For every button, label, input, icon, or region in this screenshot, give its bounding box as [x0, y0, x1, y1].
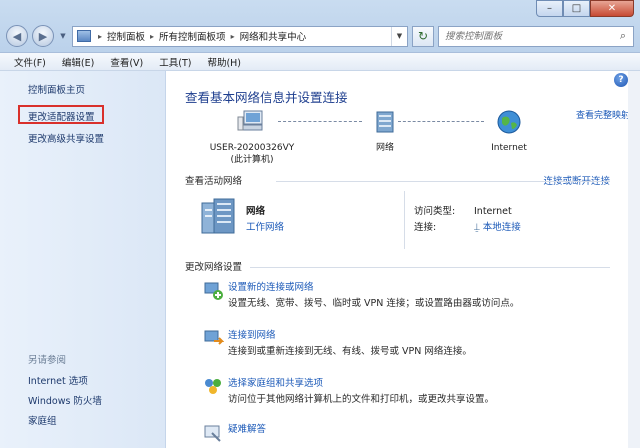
sidebar-item-homegroup[interactable]: 家庭组 [28, 413, 57, 427]
network-icon [376, 111, 394, 133]
recent-pages-button[interactable]: ▼ [58, 32, 68, 40]
navigation-bar: ◀ ▶ ▼ ▸ 控制面板 ▸ 所有控制面板项 ▸ 网络和共享中心 ▼ ↻ ⌕ [6, 24, 634, 48]
active-networks-heading: 查看活动网络 [185, 176, 243, 187]
computer-name-label: USER-20200326VY [209, 143, 295, 153]
homegroup-icon [205, 379, 221, 394]
computer-icon [237, 110, 263, 131]
caption-buttons: – □ ✕ [536, 0, 634, 17]
network-type-link[interactable]: 工作网络 [246, 219, 284, 233]
chevron-right-icon: ▸ [98, 31, 103, 41]
ethernet-icon: ⍊ [474, 222, 480, 233]
minimize-button[interactable]: – [536, 0, 563, 17]
globe-icon [497, 110, 521, 134]
map-connector [398, 121, 484, 122]
breadcrumb-all-items[interactable]: 所有控制面板项 [157, 29, 228, 43]
address-dropdown-icon[interactable]: ▼ [391, 26, 407, 46]
sidebar-item-change-adapter-settings[interactable]: 更改适配器设置 [28, 109, 95, 123]
forward-arrow-icon: ▶ [38, 29, 48, 43]
network-label: 网络 [375, 143, 394, 153]
page-title: 查看基本网络信息并设置连接 [185, 90, 348, 105]
maximize-button[interactable]: □ [563, 0, 590, 17]
setup-connection-link[interactable]: 设置新的连接或网络 [228, 279, 314, 293]
menu-file[interactable]: 文件(F) [6, 55, 54, 69]
homegroup-sharing-desc: 访问位于其他网络计算机上的文件和打印机，或更改共享设置。 [228, 394, 495, 405]
new-connection-icon [204, 282, 223, 300]
chevron-right-icon[interactable]: ▸ [147, 32, 157, 41]
search-input[interactable] [445, 30, 613, 42]
menu-help[interactable]: 帮助(H) [199, 55, 249, 69]
map-node-internet: Internet [474, 109, 544, 154]
connect-network-desc: 连接到或重新连接到无线、有线、拨号或 VPN 网络连接。 [228, 346, 472, 357]
forward-button[interactable]: ▶ [32, 25, 54, 47]
setup-connection-desc: 设置无线、宽带、拨号、临时或 VPN 连接；或设置路由器或访问点。 [228, 298, 520, 309]
menu-tools[interactable]: 工具(T) [151, 55, 199, 69]
computer-sub-label: (此计算机) [230, 155, 274, 165]
divider [250, 267, 610, 268]
sidebar-item-advanced-sharing[interactable]: 更改高级共享设置 [28, 131, 104, 145]
active-network: 网络 工作网络 [198, 197, 398, 237]
menu-view[interactable]: 查看(V) [102, 55, 151, 69]
change-settings-heading: 更改网络设置 [185, 262, 243, 273]
breadcrumb-control-panel[interactable]: 控制面板 [105, 29, 147, 43]
map-connector [278, 121, 362, 122]
network-sharing-center-window: – □ ✕ ◀ ▶ ▼ ▸ 控制面板 ▸ 所有控制面板项 ▸ 网络和共享中心 ▼… [0, 0, 640, 448]
connect-network-icon [204, 330, 224, 345]
internet-label: Internet [491, 143, 527, 153]
sidebar-item-windows-firewall[interactable]: Windows 防火墙 [28, 393, 102, 407]
control-panel-icon [77, 30, 91, 42]
divider [276, 181, 610, 182]
map-node-network: 网络 [360, 109, 410, 154]
connections-row: 连接: ⍊ 本地连接 [414, 219, 521, 233]
close-button[interactable]: ✕ [590, 0, 634, 17]
refresh-icon: ↻ [417, 29, 429, 43]
network-building-icon [201, 198, 235, 234]
content-area: 控制面板主页 更改适配器设置 更改高级共享设置 另请参阅 Internet 选项… [0, 71, 640, 448]
back-arrow-icon: ◀ [12, 29, 22, 43]
menu-edit[interactable]: 编辑(E) [54, 55, 102, 69]
menu-bar: 文件(F) 编辑(E) 查看(V) 工具(T) 帮助(H) [0, 52, 640, 71]
refresh-button[interactable]: ↻ [412, 25, 434, 47]
local-connection-link[interactable]: 本地连接 [483, 222, 521, 233]
network-map: USER-20200326VY (此计算机) 网络 Internet [202, 109, 622, 179]
back-button[interactable]: ◀ [6, 25, 28, 47]
see-also-heading: 另请参阅 [28, 355, 67, 366]
homegroup-sharing-link[interactable]: 选择家庭组和共享选项 [228, 375, 323, 389]
address-bar[interactable]: ▸ 控制面板 ▸ 所有控制面板项 ▸ 网络和共享中心 ▼ [72, 25, 408, 47]
breadcrumb-network-center[interactable]: 网络和共享中心 [238, 29, 309, 43]
help-icon[interactable]: ? [614, 73, 628, 87]
sidebar-item-internet-options[interactable]: Internet 选项 [28, 373, 88, 387]
connect-network-link[interactable]: 连接到网络 [228, 327, 276, 341]
connect-disconnect-link[interactable]: 连接或断开连接 [543, 173, 610, 187]
divider [404, 191, 405, 249]
active-network-name: 网络 [246, 206, 266, 217]
troubleshoot-link[interactable]: 疑难解答 [228, 421, 266, 435]
map-node-computer: USER-20200326VY (此计算机) [202, 109, 302, 166]
search-box[interactable]: ⌕ [438, 25, 634, 47]
connections-label: 连接: [414, 222, 437, 233]
sidebar-item-control-panel-home[interactable]: 控制面板主页 [28, 82, 85, 96]
access-type-value: Internet [474, 206, 512, 217]
troubleshoot-icon [204, 425, 221, 442]
left-task-pane: 控制面板主页 更改适配器设置 更改高级共享设置 另请参阅 Internet 选项… [0, 71, 166, 448]
search-icon[interactable]: ⌕ [613, 29, 633, 43]
access-type-row: 访问类型: Internet [414, 203, 512, 217]
main-pane: ? 查看基本网络信息并设置连接 查看完整映射 USER-20200326VY (… [166, 71, 640, 448]
vertical-scrollbar[interactable] [628, 71, 640, 448]
access-type-label: 访问类型: [414, 206, 456, 217]
chevron-right-icon[interactable]: ▸ [228, 32, 238, 41]
